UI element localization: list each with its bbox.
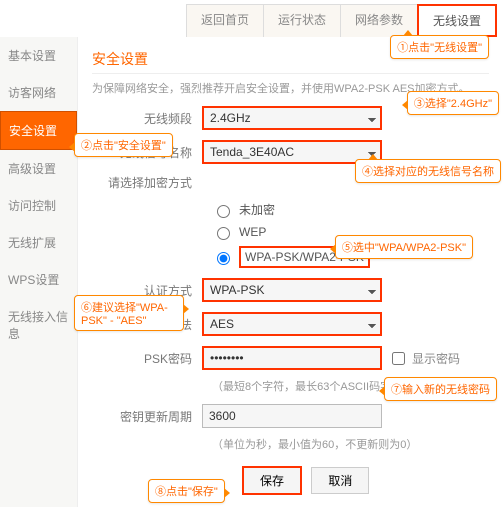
enc-radio-none[interactable] bbox=[217, 205, 230, 218]
show-password-label: 显示密码 bbox=[412, 350, 460, 367]
show-password-checkbox[interactable] bbox=[392, 352, 405, 365]
enc-wep-label: WEP bbox=[239, 225, 266, 239]
callout-3: ③选择"2.4GHz" bbox=[407, 91, 499, 115]
enc-radio-wep[interactable] bbox=[217, 227, 230, 240]
enc-none-label: 未加密 bbox=[239, 201, 275, 218]
tab-status[interactable]: 运行状态 bbox=[263, 4, 341, 37]
sidebar-item-basic[interactable]: 基本设置 bbox=[0, 37, 77, 74]
save-button[interactable]: 保存 bbox=[242, 466, 302, 495]
psk-label: PSK密码 bbox=[92, 350, 202, 367]
callout-7: ⑦输入新的无线密码 bbox=[384, 377, 497, 401]
tab-home[interactable]: 返回首页 bbox=[186, 4, 264, 37]
sidebar-item-access[interactable]: 访问控制 bbox=[0, 187, 77, 224]
sidebar-item-security[interactable]: 安全设置 bbox=[0, 111, 77, 150]
callout-2: ②点击"安全设置" bbox=[74, 133, 173, 157]
top-nav: 返回首页 运行状态 网络参数 无线设置 bbox=[0, 0, 503, 37]
callout-5: ⑤选中"WPA/WPA2-PSK" bbox=[335, 235, 473, 259]
enc-radio-wpa[interactable] bbox=[217, 252, 230, 265]
auth-select[interactable]: WPA-PSK bbox=[202, 278, 382, 302]
sidebar-item-clients[interactable]: 无线接入信息 bbox=[0, 298, 77, 352]
sidebar-item-extend[interactable]: 无线扩展 bbox=[0, 224, 77, 261]
rekey-hint: （单位为秒，最小值为60，不更新则为0） bbox=[212, 436, 489, 452]
callout-4: ④选择对应的无线信号名称 bbox=[355, 159, 501, 183]
sidebar: 基本设置 访客网络 安全设置 高级设置 访问控制 无线扩展 WPS设置 无线接入… bbox=[0, 37, 78, 507]
callout-1: ①点击"无线设置" bbox=[390, 35, 489, 59]
sidebar-item-wps[interactable]: WPS设置 bbox=[0, 261, 77, 298]
rekey-input[interactable] bbox=[202, 404, 382, 428]
cipher-select[interactable]: AES bbox=[202, 312, 382, 336]
callout-6: ⑥建议选择"WPA-PSK" - "AES" bbox=[74, 295, 184, 331]
psk-input[interactable] bbox=[202, 346, 382, 370]
band-select[interactable]: 2.4GHz bbox=[202, 106, 382, 130]
band-label: 无线频段 bbox=[92, 110, 202, 127]
rekey-label: 密钥更新周期 bbox=[92, 408, 202, 425]
callout-8: ⑧点击"保存" bbox=[148, 479, 225, 503]
cancel-button[interactable]: 取消 bbox=[311, 467, 369, 494]
tab-wireless[interactable]: 无线设置 bbox=[417, 4, 497, 37]
enc-label: 请选择加密方式 bbox=[92, 174, 202, 191]
sidebar-item-guest[interactable]: 访客网络 bbox=[0, 74, 77, 111]
sidebar-item-advanced[interactable]: 高级设置 bbox=[0, 150, 77, 187]
show-password[interactable]: 显示密码 bbox=[388, 349, 460, 368]
content: 安全设置 为保障网络安全，强烈推荐开启安全设置，并使用WPA2-PSK AES加… bbox=[78, 37, 503, 507]
